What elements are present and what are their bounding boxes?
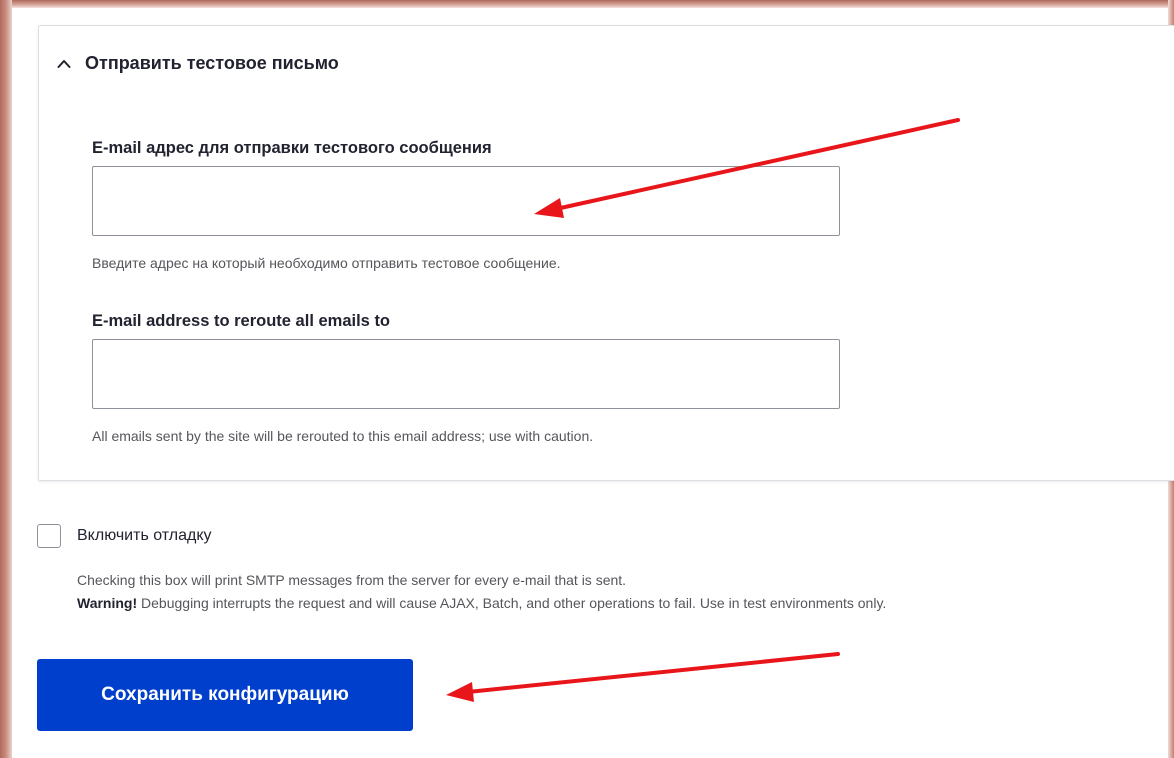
debug-warning-label: Warning! <box>77 595 138 611</box>
debug-description: Checking this box will print SMTP messag… <box>77 569 886 615</box>
section-title: Отправить тестовое письмо <box>85 53 339 73</box>
debug-warning: Warning! Debugging interrupts the reques… <box>77 592 886 615</box>
test-email-input[interactable] <box>92 166 840 236</box>
debug-description-text: Checking this box will print SMTP messag… <box>77 572 627 588</box>
debug-warning-text: Debugging interrupts the request and wil… <box>137 595 887 611</box>
debug-checkbox-label[interactable]: Включить отладку <box>77 527 212 545</box>
debug-checkbox[interactable] <box>37 524 61 548</box>
test-email-details: Отправить тестовое письмо E-mail адрес д… <box>38 25 1174 481</box>
annotation-arrow-save-button <box>446 652 840 702</box>
reroute-email-description: All emails sent by the site will be rero… <box>92 428 594 444</box>
test-email-description: Введите адрес на который необходимо отпр… <box>92 255 561 271</box>
save-configuration-button[interactable]: Сохранить конфигурацию <box>37 659 413 731</box>
screenshot-frame-top <box>0 0 1174 8</box>
test-email-label: E-mail адрес для отправки тестового сооб… <box>92 139 492 157</box>
test-email-summary[interactable]: Отправить тестовое письмо <box>57 53 339 74</box>
reroute-email-input[interactable] <box>92 339 840 409</box>
reroute-email-label: E-mail address to reroute all emails to <box>92 312 391 330</box>
screenshot-frame-left <box>0 0 12 758</box>
chevron-up-icon <box>57 57 71 71</box>
